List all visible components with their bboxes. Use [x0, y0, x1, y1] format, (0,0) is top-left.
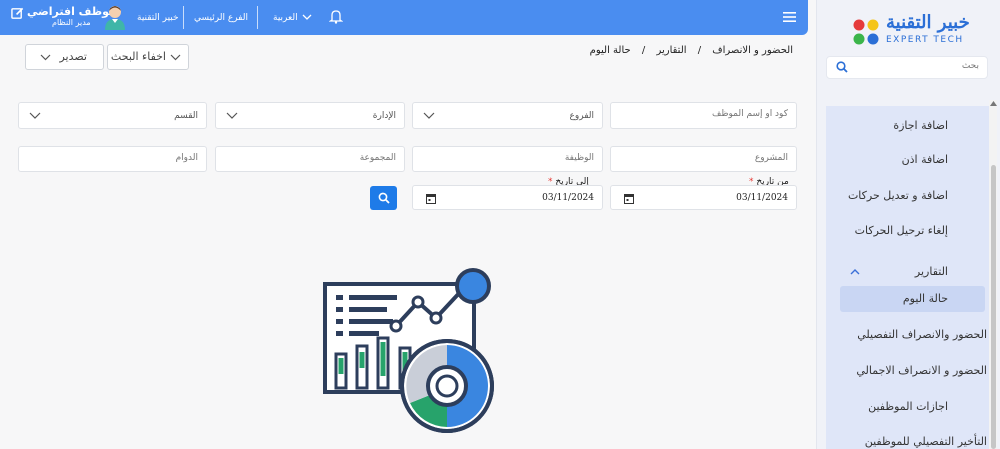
chevron-down-icon — [170, 54, 181, 61]
company-name: خبير التقنية — [137, 12, 179, 23]
search-icon[interactable] — [836, 61, 848, 73]
avatar[interactable] — [104, 4, 126, 30]
logo-text-en: EXPERT TECH — [886, 35, 964, 45]
hide-search-label: اخفاء البحث — [110, 50, 166, 63]
to-date-value: 03/11/2024 — [542, 193, 594, 203]
group-field[interactable] — [215, 146, 405, 172]
language-selector[interactable]: العربية — [273, 0, 312, 35]
sidebar-item-add-leave[interactable]: اضافة اجازة — [893, 119, 948, 132]
branches-placeholder: الفروع — [569, 111, 594, 121]
department-select[interactable]: القسم — [18, 102, 207, 129]
menu-toggle-icon[interactable] — [783, 11, 796, 23]
breadcrumb-current: حالة اليوم — [589, 45, 631, 56]
export-button[interactable]: تصدير — [25, 44, 104, 70]
logo-icon — [853, 19, 879, 45]
branch-name[interactable]: الفرع الرئيسي — [194, 0, 248, 35]
shift-field[interactable] — [18, 146, 207, 172]
top-bar: موظف افتراضي مدير النظام خبير التقنية ال… — [0, 0, 808, 35]
search-button[interactable] — [370, 186, 397, 210]
logo-text-ar: خبير التقنية — [886, 12, 970, 33]
breadcrumb: الحضور و الانصراف / التقارير / حالة اليو… — [589, 45, 793, 56]
chevron-up-icon[interactable] — [850, 268, 860, 275]
chevron-down-icon — [40, 54, 51, 61]
chevron-down-icon — [29, 112, 41, 119]
department-placeholder: القسم — [174, 111, 198, 121]
report-analytics-illustration — [323, 268, 494, 433]
chevron-down-icon — [302, 14, 312, 20]
sidebar-item-detailed-attendance[interactable]: الحضور والانصراف التفصيلي — [857, 328, 987, 341]
sidebar-item-reports[interactable]: التقارير — [915, 265, 948, 278]
project-input[interactable] — [638, 153, 788, 163]
sidebar-item-add-edit-movements[interactable]: اضافة و تعديل حركات — [848, 189, 948, 202]
hide-search-button[interactable]: اخفاء البحث — [107, 44, 189, 70]
language-label: العربية — [273, 12, 298, 23]
from-date-field[interactable]: 03/11/2024 — [610, 185, 797, 210]
employee-field[interactable] — [610, 102, 797, 129]
chevron-down-icon — [423, 112, 435, 119]
management-select[interactable]: الإدارة — [215, 102, 405, 129]
sidebar-search-input[interactable] — [849, 61, 979, 71]
sidebar-item-cancel-posting[interactable]: إلغاء ترحيل الحركات — [855, 224, 948, 237]
sidebar-item-detailed-delay[interactable]: التأخير التفصيلي للموظفين — [865, 435, 987, 448]
breadcrumb-reports[interactable]: التقارير — [656, 45, 686, 56]
sidebar-search[interactable] — [826, 56, 988, 79]
export-label: تصدير — [59, 50, 87, 63]
employee-input[interactable] — [638, 109, 788, 119]
sidebar-item-total-attendance[interactable]: الحضور و الانصراف الاجمالي — [856, 364, 987, 377]
breadcrumb-attendance[interactable]: الحضور و الانصراف — [712, 45, 793, 56]
project-field[interactable] — [610, 146, 797, 172]
scroll-up-arrow-icon[interactable] — [990, 101, 997, 106]
branches-select[interactable]: الفروع — [412, 102, 603, 129]
calendar-icon[interactable] — [624, 193, 634, 204]
from-date-value: 03/11/2024 — [736, 193, 788, 203]
sidebar-item-today-status[interactable]: حالة اليوم — [903, 292, 948, 305]
bell-icon[interactable] — [329, 9, 343, 24]
edit-profile-icon[interactable] — [11, 7, 24, 20]
job-field[interactable] — [412, 146, 603, 172]
group-input[interactable] — [246, 153, 396, 163]
management-placeholder: الإدارة — [372, 111, 396, 121]
shift-input[interactable] — [48, 153, 198, 163]
search-icon — [378, 192, 390, 204]
sidebar-scroll-thumb[interactable] — [991, 165, 996, 449]
calendar-icon[interactable] — [426, 193, 436, 204]
user-name: موظف افتراضي — [27, 5, 116, 18]
chevron-down-icon — [226, 112, 238, 119]
user-role: مدير النظام — [52, 18, 91, 27]
sidebar-item-add-permission[interactable]: اضافة اذن — [902, 153, 948, 166]
job-input[interactable] — [444, 153, 594, 163]
to-date-field[interactable]: 03/11/2024 — [412, 185, 603, 210]
sidebar-item-employee-leaves[interactable]: اجازات الموظفين — [868, 400, 948, 413]
